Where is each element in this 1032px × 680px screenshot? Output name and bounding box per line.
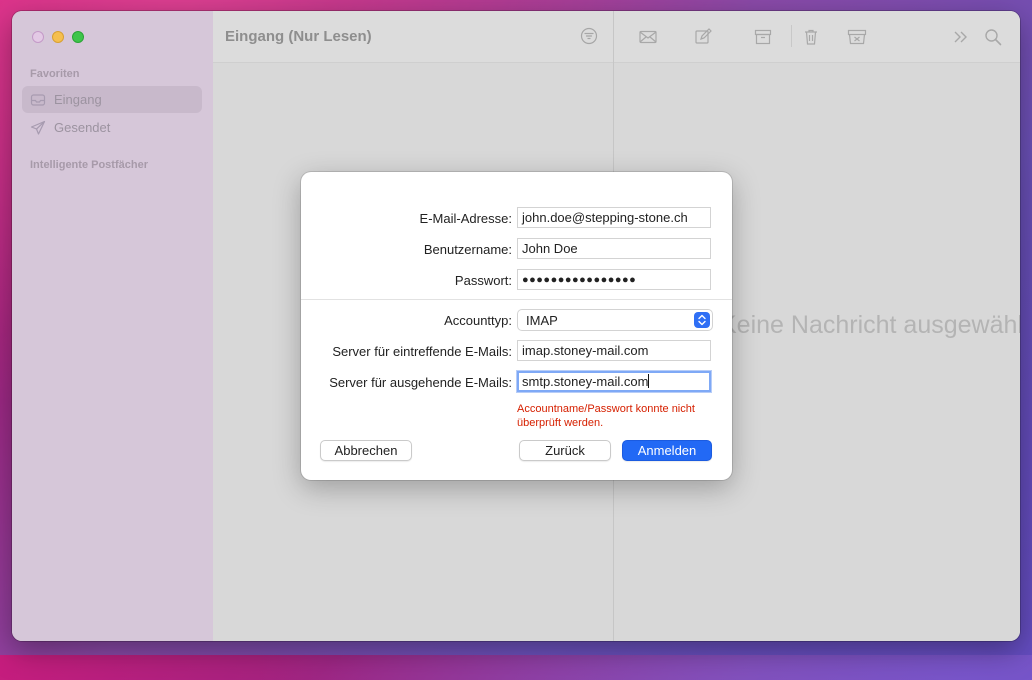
account-type-value: IMAP	[526, 313, 558, 328]
outgoing-server-label: Server für ausgehende E-Mails:	[329, 375, 512, 390]
outgoing-server-row: Server für ausgehende E-Mails: smtp.ston…	[301, 371, 732, 393]
inbox-icon	[30, 93, 46, 106]
email-field[interactable]: john.doe@stepping-stone.ch	[517, 207, 711, 228]
zoom-button[interactable]	[72, 31, 84, 43]
incoming-server-label: Server für eintreffende E-Mails:	[332, 344, 512, 359]
account-type-row: Accounttyp: IMAP	[301, 309, 732, 331]
sidebar-item-inbox[interactable]: Eingang	[22, 86, 202, 113]
toolbar-separator	[791, 25, 792, 47]
sidebar-section-smart-mailboxes: Intelligente Postfächer	[30, 159, 148, 171]
compose-icon[interactable]	[693, 27, 713, 47]
username-field[interactable]: John Doe	[517, 238, 711, 259]
sign-in-button[interactable]: Anmelden	[622, 440, 712, 461]
sidebar-item-label: Gesendet	[54, 120, 111, 135]
search-icon[interactable]	[983, 27, 1003, 47]
toolbar	[614, 11, 1020, 63]
filter-icon[interactable]	[580, 27, 598, 45]
username-row: Benutzername: John Doe	[301, 238, 732, 260]
no-message-selected-text: Keine Nachricht ausgewählt	[720, 311, 1020, 339]
sidebar-section-favorites: Favoriten	[30, 68, 80, 80]
chevron-updown-icon	[694, 312, 710, 328]
email-label: E-Mail-Adresse:	[419, 211, 512, 226]
envelope-icon[interactable]	[638, 27, 658, 47]
mailbox-title: Eingang (Nur Lesen)	[225, 28, 372, 45]
minimize-button[interactable]	[52, 31, 64, 43]
back-button[interactable]: Zurück	[519, 440, 611, 461]
archive-icon[interactable]	[753, 27, 773, 47]
password-label: Passwort:	[454, 273, 512, 288]
message-list-header: Eingang (Nur Lesen)	[213, 11, 613, 63]
incoming-server-field[interactable]: imap.stoney-mail.com	[517, 340, 711, 361]
more-toolbar-icon[interactable]	[951, 27, 971, 47]
dialog-divider	[301, 299, 732, 300]
error-message: Accountname/Passwort konnte nicht überpr…	[517, 403, 695, 429]
cancel-button[interactable]: Abbrechen	[320, 440, 412, 461]
outgoing-server-field[interactable]: smtp.stoney-mail.com	[517, 371, 711, 392]
trash-icon[interactable]	[801, 27, 821, 47]
account-setup-dialog: E-Mail-Adresse: john.doe@stepping-stone.…	[301, 172, 732, 480]
outgoing-server-value: smtp.stoney-mail.com	[522, 374, 649, 389]
account-type-select[interactable]: IMAP	[517, 309, 713, 331]
password-field[interactable]: ●●●●●●●●●●●●●●●●	[517, 269, 711, 290]
window-controls	[32, 31, 84, 43]
sidebar-item-label: Eingang	[54, 92, 102, 107]
paper-plane-icon	[30, 120, 46, 135]
account-type-label: Accounttyp:	[444, 313, 512, 328]
close-button[interactable]	[32, 31, 44, 43]
junk-icon[interactable]	[846, 27, 868, 47]
sidebar-item-sent[interactable]: Gesendet	[22, 114, 202, 141]
sidebar: Favoriten Eingang Gesendet Intelligente …	[12, 11, 214, 641]
password-row: Passwort: ●●●●●●●●●●●●●●●●	[301, 269, 732, 291]
text-caret	[648, 374, 650, 388]
username-label: Benutzername:	[423, 242, 512, 257]
incoming-server-row: Server für eintreffende E-Mails: imap.st…	[301, 340, 732, 362]
email-row: E-Mail-Adresse: john.doe@stepping-stone.…	[301, 207, 732, 229]
